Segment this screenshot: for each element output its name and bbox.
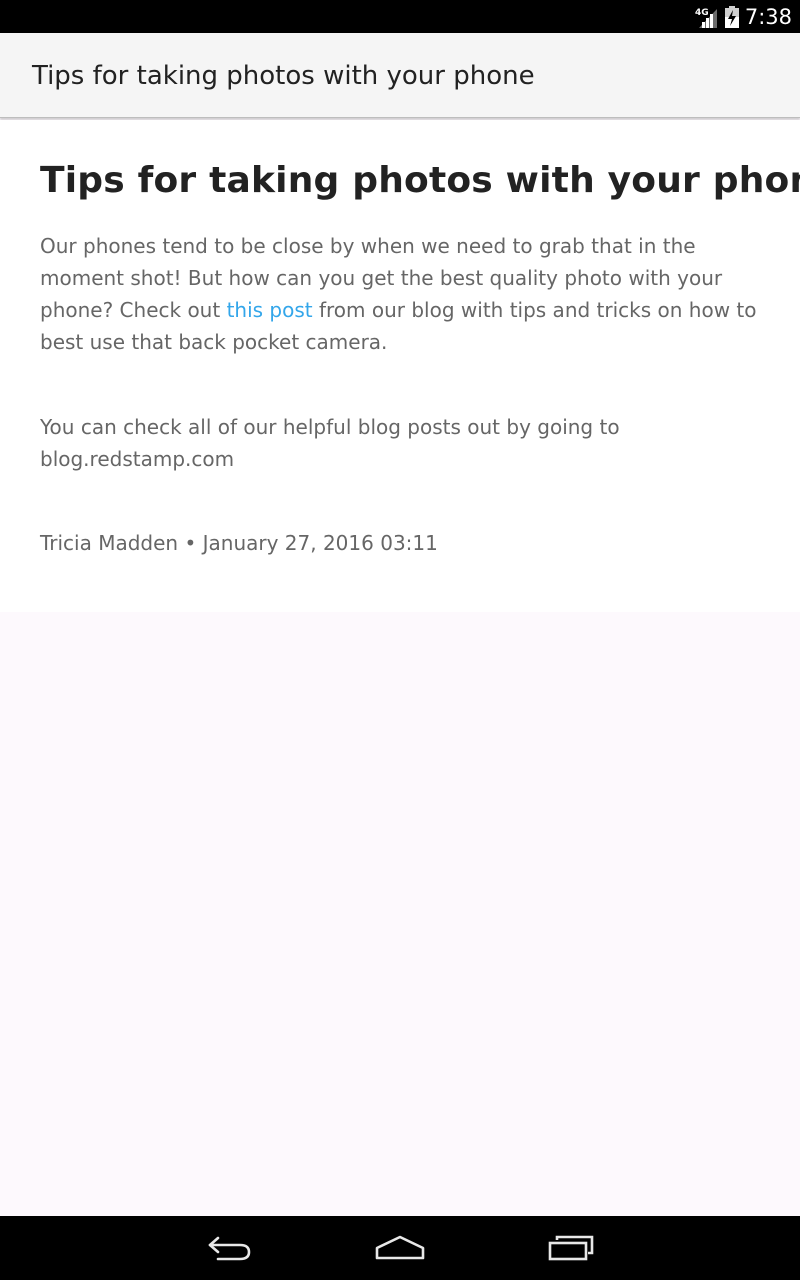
status-icons: 4G 7:38 bbox=[695, 0, 792, 33]
navigation-bar bbox=[0, 1216, 800, 1280]
article-paragraph-1: Our phones tend to be close by when we n… bbox=[40, 230, 765, 358]
recent-apps-icon bbox=[548, 1235, 594, 1261]
back-button[interactable] bbox=[200, 1230, 260, 1266]
article-content: Tips for taking photos with your phone O… bbox=[0, 120, 800, 612]
article-byline: Tricia Madden • January 27, 2016 03:11 bbox=[40, 531, 438, 555]
home-icon bbox=[375, 1235, 425, 1260]
battery-charging-icon bbox=[724, 5, 739, 28]
action-bar: Tips for taking photos with your phone bbox=[0, 33, 800, 118]
back-icon bbox=[208, 1236, 251, 1261]
network-type-label: 4G bbox=[695, 8, 709, 18]
article-headline: Tips for taking photos with your phone bbox=[40, 160, 800, 201]
recent-apps-button[interactable] bbox=[541, 1230, 601, 1266]
signal-icon: 4G bbox=[695, 8, 717, 28]
home-button[interactable] bbox=[370, 1230, 430, 1266]
action-bar-title: Tips for taking photos with your phone bbox=[32, 61, 535, 91]
article-paragraph-2: You can check all of our helpful blog po… bbox=[40, 415, 620, 471]
clock: 7:38 bbox=[744, 4, 792, 29]
this-post-link[interactable]: this post bbox=[227, 298, 313, 322]
status-bar: 4G 7:38 bbox=[0, 0, 800, 33]
